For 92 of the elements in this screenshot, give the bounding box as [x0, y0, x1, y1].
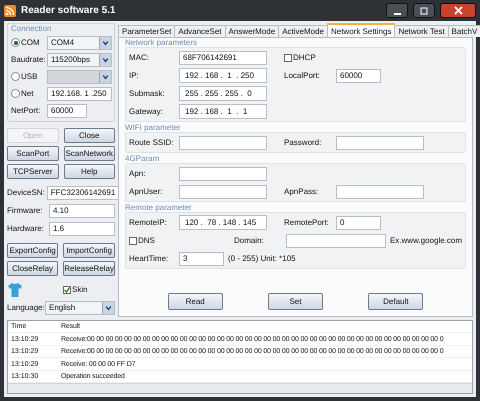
caret-icon: [99, 70, 111, 82]
button[interactable]: CloseRelay: [7, 261, 58, 276]
group-title: 4GParam: [125, 154, 160, 163]
checkbox[interactable]: [63, 286, 71, 294]
tab[interactable]: Network Settings: [326, 23, 396, 37]
checkbox[interactable]: [129, 236, 137, 244]
app-icon: [4, 4, 16, 16]
dropdown[interactable]: English: [45, 300, 115, 314]
checkbox-label: DNS: [138, 236, 155, 245]
tab[interactable]: AdvanceSet: [174, 25, 226, 37]
close-icon: [454, 6, 462, 15]
button[interactable]: ScanNetwork: [64, 146, 115, 161]
tab[interactable]: BatchV: [448, 25, 480, 37]
group-title: Connection: [11, 24, 52, 33]
field-label: Route SSID:: [129, 138, 174, 147]
minimize-button[interactable]: [386, 3, 408, 18]
text-field[interactable]: 0: [336, 216, 381, 230]
field-label: MAC:: [129, 53, 150, 62]
group-title: WIFI parameter: [125, 123, 182, 132]
text-field[interactable]: 192.168. 1 .250: [47, 86, 112, 100]
tab[interactable]: ActiveMode: [278, 25, 328, 37]
text-field[interactable]: [179, 136, 267, 150]
text-field[interactable]: [179, 184, 267, 198]
dropdown[interactable]: 115200bps: [47, 52, 112, 66]
field-label: Firmware:: [7, 206, 44, 215]
field-label: ApnUser:: [129, 187, 164, 196]
ip-address-field[interactable]: 192 . 168 . 1 . 1: [179, 104, 267, 119]
field-label: NetPort:: [11, 106, 42, 115]
field-label: Gateway:: [129, 107, 164, 116]
button[interactable]: TCPServer: [7, 164, 58, 179]
ip-address-field[interactable]: 120 . 78 . 148 . 145: [179, 215, 267, 230]
group-title: Network parameters: [125, 38, 198, 47]
field-label: Submask:: [129, 89, 166, 98]
text-field[interactable]: [179, 166, 267, 180]
text-field[interactable]: 1.6: [49, 222, 115, 236]
field-label: Password:: [284, 138, 322, 147]
checkbox-label: Skin: [72, 285, 88, 294]
checkbox-label: DHCP: [293, 53, 316, 62]
text-field[interactable]: [286, 234, 386, 248]
button[interactable]: Help: [64, 164, 115, 179]
tab[interactable]: AnswerMode: [224, 25, 280, 37]
dropdown[interactable]: COM4: [47, 36, 112, 50]
text-field[interactable]: 60000: [47, 104, 87, 118]
hint-text: (0 - 255) Unit: *105: [228, 254, 296, 263]
shirt-icon[interactable]: [7, 282, 23, 298]
text-field[interactable]: 3: [179, 252, 224, 266]
radio-label: COM: [21, 38, 40, 47]
caret-icon: [102, 302, 114, 314]
button[interactable]: Read: [168, 293, 223, 310]
text-field[interactable]: 60000: [336, 68, 381, 82]
button[interactable]: Close: [64, 128, 115, 143]
field-label: Apn:: [129, 169, 146, 178]
field-label: Language:: [7, 303, 43, 312]
field-label: IP:: [129, 71, 140, 80]
radio-label: USB: [21, 72, 38, 81]
button[interactable]: Set: [268, 293, 323, 310]
minimize-icon: [394, 12, 400, 14]
field-label: Baudrate:: [11, 55, 45, 64]
field-label: HeartTime:: [129, 254, 170, 263]
text-field[interactable]: [336, 184, 424, 198]
ip-address-field[interactable]: 255 . 255 . 255 . 0: [179, 86, 267, 101]
maximize-icon: [420, 6, 428, 14]
hint-text: Ex.www.google.com: [390, 236, 462, 245]
radio-button[interactable]: [11, 89, 20, 98]
field-label: Hardware:: [7, 224, 45, 233]
caret-icon: [99, 54, 111, 66]
field-label: RemotePort:: [284, 218, 330, 227]
field-label: RemoteIP:: [129, 218, 168, 227]
text-field[interactable]: [336, 136, 424, 150]
tab[interactable]: Network Test: [394, 25, 449, 37]
button[interactable]: ExportConfig: [7, 243, 58, 258]
tab[interactable]: ParameterSet: [118, 25, 176, 37]
field-label: ApnPass:: [284, 187, 320, 196]
ip-address-field[interactable]: 192 . 168 . 1 . 250: [179, 68, 267, 83]
maximize-button[interactable]: [413, 3, 435, 18]
field-label: LocalPort:: [284, 71, 322, 80]
text-field[interactable]: 68F706142691: [179, 50, 267, 64]
group-title: Remote parameter: [125, 203, 193, 212]
checkbox[interactable]: [284, 54, 292, 62]
text-field[interactable]: FFC32306142691: [46, 186, 120, 200]
button[interactable]: Default: [368, 293, 424, 310]
field-label: DeviceSN:: [7, 188, 45, 197]
caret-icon: [99, 36, 111, 48]
button[interactable]: ImportConfig: [63, 243, 115, 258]
button[interactable]: ReleaseRelay: [63, 261, 115, 276]
close-button[interactable]: [440, 3, 476, 18]
radio-label: Net: [21, 89, 34, 98]
button[interactable]: ScanPort: [7, 146, 58, 161]
field-label: Domain:: [234, 236, 265, 245]
radio-button[interactable]: [11, 38, 20, 47]
text-field[interactable]: 4.10: [49, 204, 115, 218]
window-title: Reader software 5.1: [21, 5, 116, 16]
